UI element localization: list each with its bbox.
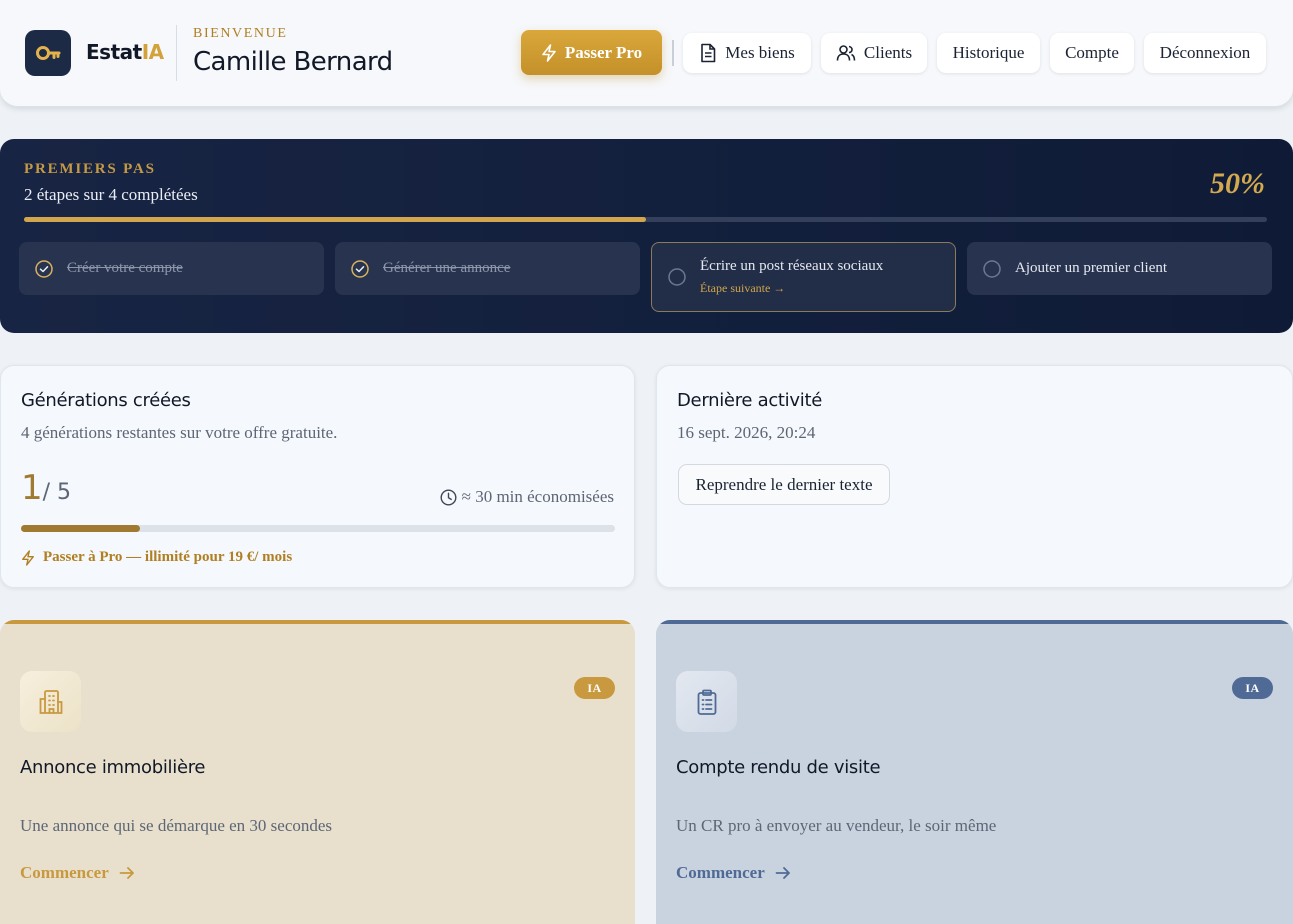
feature-description: Une annonce qui se démarque en 30 second… — [20, 816, 333, 835]
ai-badge: IA — [1232, 677, 1273, 699]
next-step-label: Étape suivante → — [700, 281, 786, 295]
generations-total: / 5 — [42, 480, 72, 505]
feature-icon-box — [676, 671, 737, 732]
step-social-post[interactable]: Écrire un post réseaux sociaux Étape sui… — [651, 242, 956, 312]
feature-card-visit-report[interactable]: IA Compte rendu de visite Un CR pro à en… — [656, 620, 1293, 924]
generations-usage-track — [21, 525, 615, 532]
step-generate-listing[interactable]: Générer une annonce — [335, 242, 640, 295]
nav-mes-biens[interactable]: Mes biens — [683, 33, 811, 73]
nav-historique-label: Historique — [952, 43, 1025, 62]
feature-description: Un CR pro à envoyer au vendeur, le soir … — [676, 816, 997, 835]
resume-last-text-button[interactable]: Reprendre le dernier texte — [678, 464, 890, 505]
feature-cta-label: Commencer — [20, 863, 109, 882]
clock-icon — [440, 488, 457, 506]
generations-usage-fill — [21, 525, 140, 532]
progress-subtitle: 2 étapes sur 4 complétées — [24, 185, 198, 204]
step-create-account[interactable]: Créer votre compte — [19, 242, 324, 295]
feature-start-link[interactable]: Commencer — [20, 863, 135, 883]
users-icon — [836, 45, 856, 61]
nav-clients-label: Clients — [863, 43, 913, 62]
step-label: Écrire un post réseaux sociaux — [700, 258, 884, 274]
brand-main: Estat — [86, 40, 142, 64]
arrow-right-icon — [775, 867, 790, 879]
generations-count: 1/ 5 — [21, 468, 71, 508]
go-pro-label: Passer Pro — [564, 42, 643, 62]
feature-icon-box — [20, 671, 81, 732]
nav-historique[interactable]: Historique — [937, 33, 1040, 73]
circle-icon — [668, 268, 686, 286]
step-add-client[interactable]: Ajouter un premier client — [967, 242, 1272, 295]
user-name: Camille Bernard — [193, 47, 393, 77]
logo[interactable] — [25, 30, 71, 76]
go-pro-button[interactable]: Passer Pro — [521, 30, 662, 75]
nav-deconnexion[interactable]: Déconnexion — [1144, 33, 1266, 73]
nav-compte[interactable]: Compte — [1050, 33, 1134, 73]
clipboard-icon — [697, 689, 716, 715]
feature-title: Compte rendu de visite — [676, 757, 881, 778]
time-saved: ≈ 30 min économisées — [440, 487, 614, 507]
welcome-label: BIENVENUE — [193, 26, 288, 41]
nav-divider — [672, 40, 674, 66]
key-icon — [36, 46, 61, 60]
ai-badge: IA — [574, 677, 615, 699]
upsell-link[interactable]: Passer à Pro — illimité pour 19 €/ mois — [21, 549, 292, 566]
time-saved-label: ≈ 30 min économisées — [461, 487, 614, 506]
generations-used: 1 — [21, 468, 43, 508]
last-activity-card: Dernière activité 16 sept. 2026, 20:24 R… — [656, 365, 1293, 588]
brand-name: EstatIA — [86, 40, 164, 64]
nav-mes-biens-label: Mes biens — [725, 43, 795, 62]
activity-date: 16 sept. 2026, 20:24 — [677, 423, 816, 442]
nav-clients[interactable]: Clients — [821, 33, 927, 73]
feature-cta-label: Commencer — [676, 863, 765, 882]
check-circle-icon — [351, 259, 369, 278]
progress-fill — [24, 217, 646, 222]
feature-title: Annonce immobilière — [20, 757, 206, 778]
circle-icon — [983, 259, 1001, 278]
document-icon — [701, 43, 716, 63]
feature-card-listing[interactable]: IA Annonce immobilière Une annonce qui s… — [0, 620, 635, 924]
onboarding-progress: PREMIERS PAS 2 étapes sur 4 complétées 5… — [0, 139, 1293, 333]
check-circle-icon — [35, 259, 53, 278]
step-label: Créer votre compte — [67, 260, 183, 276]
progress-title: PREMIERS PAS — [24, 161, 156, 177]
feature-start-link[interactable]: Commencer — [676, 863, 791, 883]
nav-compte-label: Compte — [1065, 43, 1119, 62]
brand-accent: IA — [141, 40, 164, 64]
building-icon — [39, 689, 62, 714]
progress-percent: 50% — [1210, 167, 1265, 200]
upsell-label: Passer à Pro — illimité pour 19 €/ mois — [43, 549, 293, 565]
lightning-icon — [22, 549, 34, 566]
generations-remaining: 4 générations restantes sur votre offre … — [21, 423, 338, 442]
generations-card: Générations créées 4 générations restant… — [0, 365, 635, 588]
arrow-right-icon — [119, 867, 134, 879]
nav-deconnexion-label: Déconnexion — [1159, 43, 1251, 62]
generations-title: Générations créées — [21, 390, 191, 411]
header-divider — [176, 25, 177, 81]
step-label: Générer une annonce — [383, 260, 511, 276]
feature-accent-bar — [0, 620, 635, 624]
activity-title: Dernière activité — [677, 390, 822, 411]
lightning-icon — [542, 43, 556, 62]
top-header: EstatIA BIENVENUE Camille Bernard Passer… — [0, 0, 1293, 107]
feature-accent-bar — [656, 620, 1293, 624]
step-label: Ajouter un premier client — [1015, 260, 1168, 276]
progress-track — [24, 217, 1267, 222]
